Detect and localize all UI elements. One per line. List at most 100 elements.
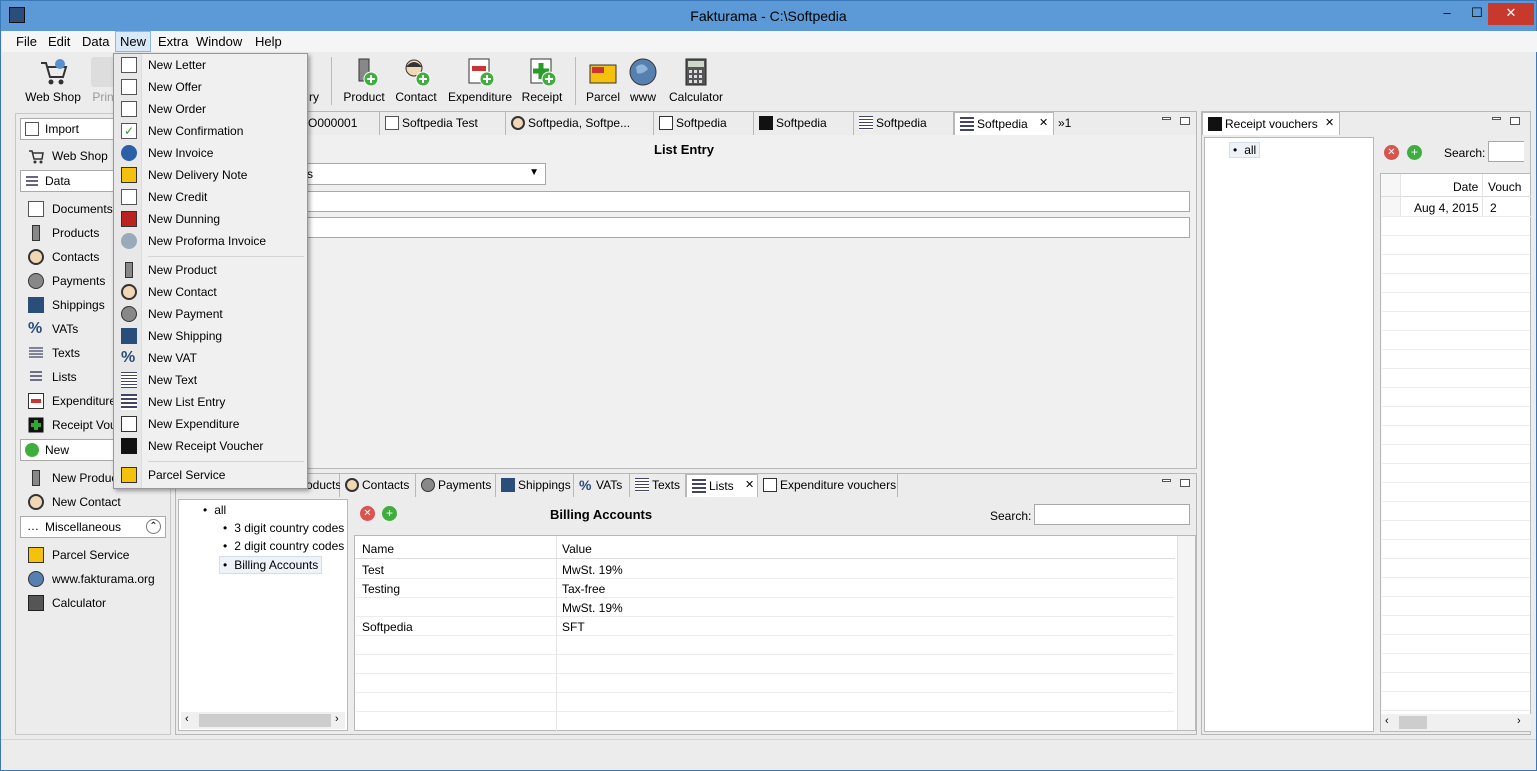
- receipt-minimize-icon[interactable]: [1492, 117, 1501, 120]
- menu-new-product[interactable]: New Product: [114, 259, 307, 281]
- menu-new-credit[interactable]: New Credit: [114, 186, 307, 208]
- bottom-tab-shippings[interactable]: Shippings: [496, 474, 574, 497]
- tree-item-all[interactable]: all: [203, 503, 226, 517]
- menu-new-payment[interactable]: New Payment: [114, 303, 307, 325]
- data-section-header[interactable]: Data: [20, 170, 116, 192]
- menu-new-list-entry[interactable]: New List Entry: [114, 391, 307, 413]
- menu-new-shipping[interactable]: New Shipping: [114, 325, 307, 347]
- menu-parcel-service[interactable]: Parcel Service: [114, 464, 307, 486]
- receipt-search-input[interactable]: [1488, 141, 1524, 162]
- column-header-voucher[interactable]: Vouch: [1488, 180, 1521, 194]
- menu-new-order[interactable]: New Order: [114, 98, 307, 120]
- nav-receipt-vouchers[interactable]: Receipt Vou: [28, 416, 117, 434]
- table-row[interactable]: Testing Tax-free: [356, 579, 1174, 598]
- nav-expenditure[interactable]: Expenditure: [28, 392, 116, 410]
- editor-tab-contact[interactable]: Softpedia, Softpe...: [506, 112, 654, 135]
- menu-new-vat[interactable]: % New VAT: [114, 347, 307, 369]
- editor-tab-softpedia-test[interactable]: Softpedia Test: [380, 112, 506, 135]
- scroll-thumb[interactable]: [199, 714, 331, 727]
- receipt-table-row[interactable]: Aug 4, 2015 2: [1382, 198, 1532, 217]
- scroll-right-icon[interactable]: ›: [1517, 715, 1521, 727]
- bottom-tab-lists[interactable]: Lists ✕: [686, 474, 758, 497]
- menu-new-letter[interactable]: New Letter: [114, 54, 307, 76]
- editor-tab-order[interactable]: O000001: [304, 112, 380, 135]
- add-icon[interactable]: +: [382, 506, 397, 521]
- menu-extra[interactable]: Extra: [158, 34, 188, 49]
- nav-new-product[interactable]: New Produc: [28, 469, 117, 487]
- column-header-name[interactable]: Name: [362, 542, 394, 556]
- menu-new-dunning[interactable]: New Dunning: [114, 208, 307, 230]
- menu-file[interactable]: File: [16, 34, 37, 49]
- bottom-minimize-icon[interactable]: [1162, 479, 1171, 482]
- toolbar-web-shop[interactable]: Web Shop: [25, 53, 81, 104]
- menu-new-confirmation[interactable]: ✓ New Confirmation: [114, 120, 307, 142]
- collapse-icon[interactable]: ⌃: [146, 519, 161, 534]
- toolbar-parcel[interactable]: Parcel: [583, 53, 623, 104]
- nav-lists[interactable]: Lists: [28, 368, 77, 386]
- bottom-tab-vats[interactable]: % VATs: [574, 474, 630, 497]
- toolbar-print[interactable]: Prin: [91, 53, 115, 104]
- tree-item-2-digit[interactable]: 2 digit country codes: [223, 539, 344, 553]
- bottom-tab-expenditure-vouchers[interactable]: Expenditure vouchers: [758, 474, 898, 497]
- menu-new-proforma-invoice[interactable]: New Proforma Invoice: [114, 230, 307, 252]
- nav-parcel-service[interactable]: Parcel Service: [28, 546, 129, 564]
- menu-data[interactable]: Data: [82, 34, 109, 49]
- column-header-value[interactable]: Value: [562, 542, 592, 556]
- bottom-maximize-icon[interactable]: [1180, 479, 1190, 487]
- nav-vats[interactable]: % VATs: [28, 320, 78, 338]
- close-tab-icon[interactable]: ✕: [745, 478, 754, 491]
- table-vertical-scrollbar[interactable]: [1177, 536, 1195, 730]
- close-tab-icon[interactable]: ✕: [1039, 116, 1048, 129]
- toolbar-contact[interactable]: Contact: [393, 53, 439, 104]
- nav-new-contact[interactable]: New Contact: [28, 493, 121, 511]
- receipt-vouchers-tab[interactable]: Receipt vouchers ✕: [1202, 112, 1340, 135]
- nav-documents[interactable]: Documents: [28, 200, 113, 218]
- editor-maximize-icon[interactable]: [1180, 117, 1190, 125]
- editor-tab-list-entry[interactable]: Softpedia ✕: [954, 112, 1054, 135]
- nav-calculator[interactable]: Calculator: [28, 594, 106, 612]
- receipt-maximize-icon[interactable]: [1510, 117, 1520, 125]
- menu-new[interactable]: New: [115, 31, 152, 52]
- bottom-tab-products[interactable]: oducts: [304, 474, 341, 497]
- menu-help[interactable]: Help: [255, 34, 282, 49]
- editor-tab-overflow[interactable]: »1: [1054, 112, 1084, 135]
- toolbar-partial[interactable]: ry: [307, 53, 321, 104]
- editor-tab-expenditure[interactable]: Softpedia: [654, 112, 754, 135]
- search-input[interactable]: [1034, 504, 1190, 525]
- menu-new-invoice[interactable]: New Invoice: [114, 142, 307, 164]
- value-input[interactable]: [304, 217, 1190, 238]
- delete-icon[interactable]: ✕: [1384, 145, 1399, 160]
- scroll-left-icon[interactable]: ‹: [185, 713, 189, 725]
- table-row[interactable]: MwSt. 19%: [356, 598, 1174, 617]
- close-button[interactable]: ✕: [1488, 3, 1534, 25]
- toolbar-product[interactable]: Product: [341, 53, 387, 104]
- bottom-tab-payments[interactable]: Payments: [416, 474, 496, 497]
- receipt-tree-item-all[interactable]: all: [1229, 142, 1261, 158]
- toolbar-receipt[interactable]: Receipt: [519, 53, 565, 104]
- toolbar-calculator[interactable]: Calculator: [667, 53, 725, 104]
- table-row[interactable]: Test MwSt. 19%: [356, 560, 1174, 579]
- scroll-left-icon[interactable]: ‹: [1385, 715, 1389, 727]
- nav-web-shop[interactable]: Web Shop: [28, 147, 108, 165]
- menu-edit[interactable]: Edit: [48, 34, 70, 49]
- misc-section-header[interactable]: … Miscellaneous ⌃: [20, 516, 166, 538]
- nav-shippings[interactable]: Shippings: [28, 296, 105, 314]
- nav-website[interactable]: www.fakturama.org: [28, 570, 155, 588]
- close-tab-icon[interactable]: ✕: [1325, 116, 1334, 129]
- menu-new-receipt-voucher[interactable]: New Receipt Voucher: [114, 435, 307, 457]
- menu-new-contact[interactable]: New Contact: [114, 281, 307, 303]
- minimize-button[interactable]: –: [1432, 3, 1462, 25]
- add-icon[interactable]: +: [1407, 145, 1422, 160]
- nav-payments[interactable]: Payments: [28, 272, 105, 290]
- import-section-header[interactable]: Import: [20, 118, 116, 140]
- nav-contacts[interactable]: Contacts: [28, 248, 99, 266]
- bottom-tab-texts[interactable]: Texts: [630, 474, 686, 497]
- tree-item-3-digit[interactable]: 3 digit country codes: [223, 521, 344, 535]
- category-select[interactable]: s ▼: [304, 163, 546, 185]
- receipt-scrollbar[interactable]: ‹ ›: [1381, 714, 1531, 731]
- menu-new-offer[interactable]: New Offer: [114, 76, 307, 98]
- delete-icon[interactable]: ✕: [360, 506, 375, 521]
- scroll-right-icon[interactable]: ›: [335, 713, 339, 725]
- toolbar-expenditure[interactable]: Expenditure: [447, 53, 513, 104]
- nav-products[interactable]: Products: [28, 224, 99, 242]
